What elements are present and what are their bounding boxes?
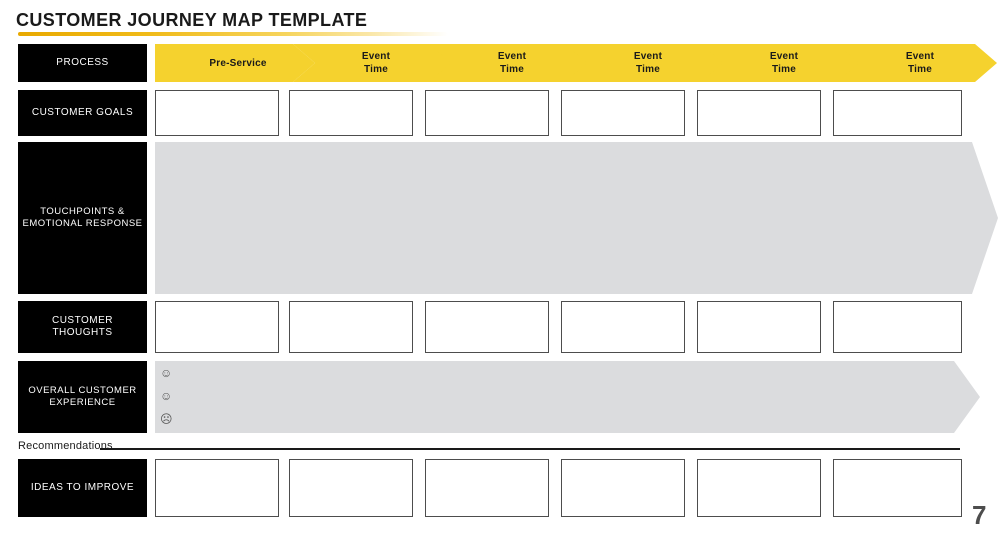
ideas-cell-3[interactable] bbox=[425, 459, 549, 517]
row-label-customer-goals: CUSTOMER GOALS bbox=[18, 90, 147, 136]
row-label-process: PROCESS bbox=[18, 44, 147, 82]
neutral-face-icon[interactable]: ☺ bbox=[160, 390, 173, 402]
experience-scale: ☺ ☺ ☹ bbox=[160, 367, 173, 425]
goals-cell-1[interactable] bbox=[155, 90, 279, 136]
goals-cell-3[interactable] bbox=[425, 90, 549, 136]
ideas-cell-6[interactable] bbox=[833, 459, 962, 517]
stage-4-line2: Time bbox=[636, 64, 660, 75]
stage-4-line1: Event bbox=[633, 51, 663, 62]
overall-experience-band[interactable] bbox=[155, 361, 980, 433]
stage-6-line1: Event bbox=[905, 51, 935, 62]
ideas-cell-1[interactable] bbox=[155, 459, 279, 517]
ideas-cell-4[interactable] bbox=[561, 459, 685, 517]
goals-cell-6[interactable] bbox=[833, 90, 962, 136]
stage-2-line1: Event bbox=[361, 51, 391, 62]
stage-chevron-6[interactable]: Event Time bbox=[837, 44, 997, 82]
page-title: CUSTOMER JOURNEY MAP TEMPLATE bbox=[16, 10, 368, 30]
stage-chevron-5[interactable]: Event Time bbox=[701, 44, 861, 82]
row-label-overall-line1: OVERALL CUSTOMER bbox=[28, 385, 137, 397]
stage-1-line1: Pre-Service bbox=[209, 57, 267, 69]
ideas-cell-5[interactable] bbox=[697, 459, 821, 517]
stage-5-line1: Event bbox=[769, 51, 799, 62]
goals-cell-4[interactable] bbox=[561, 90, 685, 136]
goals-cell-2[interactable] bbox=[289, 90, 413, 136]
thoughts-cell-3[interactable] bbox=[425, 301, 549, 353]
journey-map-canvas: CUSTOMER JOURNEY MAP TEMPLATE PROCESS Pr… bbox=[0, 0, 1000, 534]
stage-3-line1: Event bbox=[497, 51, 527, 62]
row-label-touchpoints: TOUCHPOINTS & EMOTIONAL RESPONSE bbox=[18, 142, 147, 294]
thoughts-cell-2[interactable] bbox=[289, 301, 413, 353]
stage-chevron-4[interactable]: Event Time bbox=[565, 44, 725, 82]
stage-chevron-1[interactable]: Pre-Service bbox=[155, 44, 315, 82]
thoughts-cell-5[interactable] bbox=[697, 301, 821, 353]
thoughts-cell-4[interactable] bbox=[561, 301, 685, 353]
recommendations-label: Recommendations bbox=[18, 440, 113, 452]
title-underline-brushstroke bbox=[18, 32, 448, 36]
stage-2-line2: Time bbox=[364, 64, 388, 75]
goals-cell-5[interactable] bbox=[697, 90, 821, 136]
row-label-touchpoints-line2: EMOTIONAL RESPONSE bbox=[22, 218, 143, 229]
row-label-overall-experience: OVERALL CUSTOMER EXPERIENCE bbox=[18, 361, 147, 433]
row-label-ideas-to-improve: IDEAS TO IMPROVE bbox=[18, 459, 147, 517]
row-label-touchpoints-line1: TOUCHPOINTS & bbox=[40, 206, 125, 218]
recommendations-divider bbox=[100, 448, 960, 450]
row-label-overall-line2: EXPERIENCE bbox=[49, 397, 116, 408]
stage-chevron-3[interactable]: Event Time bbox=[429, 44, 589, 82]
sad-face-icon[interactable]: ☹ bbox=[160, 413, 173, 425]
ideas-cell-2[interactable] bbox=[289, 459, 413, 517]
row-label-customer-thoughts: CUSTOMER THOUGHTS bbox=[18, 301, 147, 353]
stage-5-line2: Time bbox=[772, 64, 796, 75]
happy-face-icon[interactable]: ☺ bbox=[160, 367, 173, 379]
stage-chevron-2[interactable]: Event Time bbox=[293, 44, 453, 82]
thoughts-cell-1[interactable] bbox=[155, 301, 279, 353]
page-number: 7 bbox=[972, 500, 988, 530]
stage-6-line2: Time bbox=[908, 64, 932, 75]
thoughts-cell-6[interactable] bbox=[833, 301, 962, 353]
touchpoints-chevron-1[interactable] bbox=[155, 142, 325, 294]
stage-3-line2: Time bbox=[500, 64, 524, 75]
